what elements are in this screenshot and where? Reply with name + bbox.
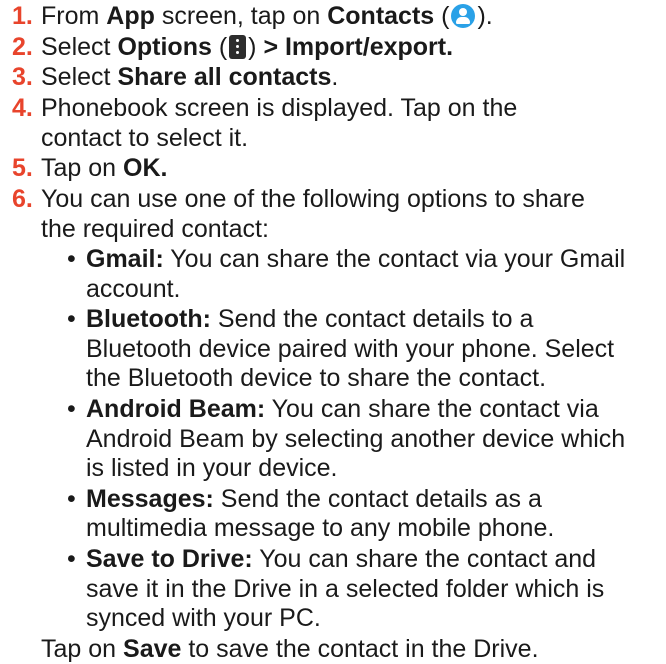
- step-4-continued: contact to select it.: [41, 124, 249, 152]
- option-save-to-drive-desc: synced with your PC.: [86, 604, 321, 632]
- option-android-beam-desc: Android Beam by selecting another device…: [86, 425, 626, 453]
- option-android-beam: • Android Beam: You can share the contact…: [67, 395, 599, 423]
- option-gmail-desc: account.: [86, 275, 181, 303]
- option-save-to-drive: • Save to Drive: You can share the contac…: [67, 545, 597, 573]
- option-android-beam-desc: is listed in your device.: [86, 454, 338, 482]
- instructions-document: 1. From App screen, tap on Contacts (). 2…: [0, 0, 666, 663]
- step-3: 3. Select Share all contacts.: [12, 63, 339, 91]
- bullet: •: [67, 545, 76, 573]
- option-gmail: • Gmail: You can share the contact via yo…: [67, 245, 626, 273]
- bullet: •: [67, 395, 76, 423]
- step-number: 5.: [12, 154, 33, 182]
- footer-text: to save the contact in the Drive.: [181, 635, 539, 663]
- bullet: •: [67, 485, 76, 513]
- footer-text: Tap on: [41, 635, 124, 663]
- option-bluetooth-desc: Bluetooth device paired with your phone.…: [86, 335, 615, 363]
- step-number: 3.: [12, 63, 33, 91]
- step-number: 6.: [12, 185, 33, 213]
- step-1: 1. From App screen, tap on Contacts ().: [12, 2, 493, 30]
- step-4: 4. Phonebook screen is displayed. Tap on …: [12, 94, 518, 122]
- option-bluetooth-desc: the Bluetooth device to share the contac…: [86, 364, 547, 392]
- step-6: 6. You can use one of the following optio…: [12, 185, 585, 213]
- option-messages: • Messages: Send the contact details as a: [67, 485, 542, 513]
- footer-note: Tap on Save to save the contact in the D…: [41, 635, 539, 664]
- option-bluetooth: • Bluetooth: Send the contact details to …: [67, 305, 534, 333]
- step-number: 1.: [12, 2, 33, 30]
- step-2: 2. Select Options () > Import/export.: [12, 33, 454, 61]
- bullet: •: [67, 305, 76, 333]
- bullet: •: [67, 245, 76, 273]
- step-number: 4.: [12, 94, 33, 122]
- option-save-to-drive-desc: save it in the Drive in a selected folde…: [86, 575, 605, 603]
- option-messages-desc: multimedia message to any mobile phone.: [86, 514, 555, 542]
- step-number: 2.: [12, 33, 33, 61]
- step-5: 5. Tap on OK.: [12, 154, 168, 182]
- footer-bold: Save: [123, 635, 182, 663]
- step-6-continued: the required contact:: [41, 215, 269, 243]
- options-menu-icon: [229, 35, 247, 59]
- contacts-icon: [451, 4, 476, 28]
